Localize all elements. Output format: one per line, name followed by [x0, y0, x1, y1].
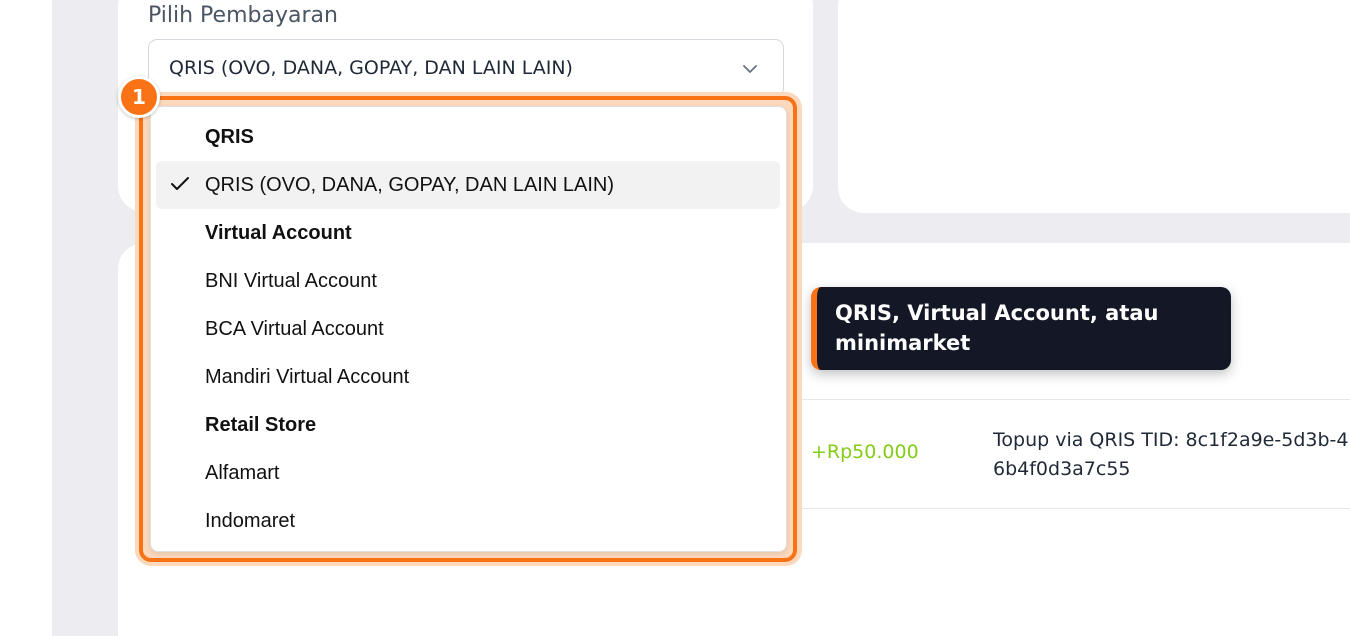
payment-method-select[interactable]: QRIS (OVO, DANA, GOPAY, DAN LAIN LAIN)	[148, 39, 784, 97]
chevron-down-icon	[743, 65, 757, 73]
table-divider	[790, 399, 1350, 400]
step-badge: 1	[118, 76, 160, 118]
transaction-description: Topup via QRIS TID: 8c1f2a9e-5d3b-4 6b4f…	[993, 426, 1348, 484]
select-value: QRIS (OVO, DANA, GOPAY, DAN LAIN LAIN)	[169, 57, 573, 79]
tutorial-tooltip: QRIS, Virtual Account, atau minimarket	[811, 287, 1231, 370]
summary-card	[838, 0, 1350, 213]
transaction-amount: +Rp50.000	[811, 441, 919, 463]
table-divider	[790, 508, 1350, 509]
payment-method-label: Pilih Pembayaran	[148, 3, 338, 28]
description-line: 6b4f0d3a7c55	[993, 458, 1131, 480]
description-line: Topup via QRIS TID: 8c1f2a9e-5d3b-4	[993, 429, 1349, 451]
highlight-outline	[139, 96, 797, 562]
